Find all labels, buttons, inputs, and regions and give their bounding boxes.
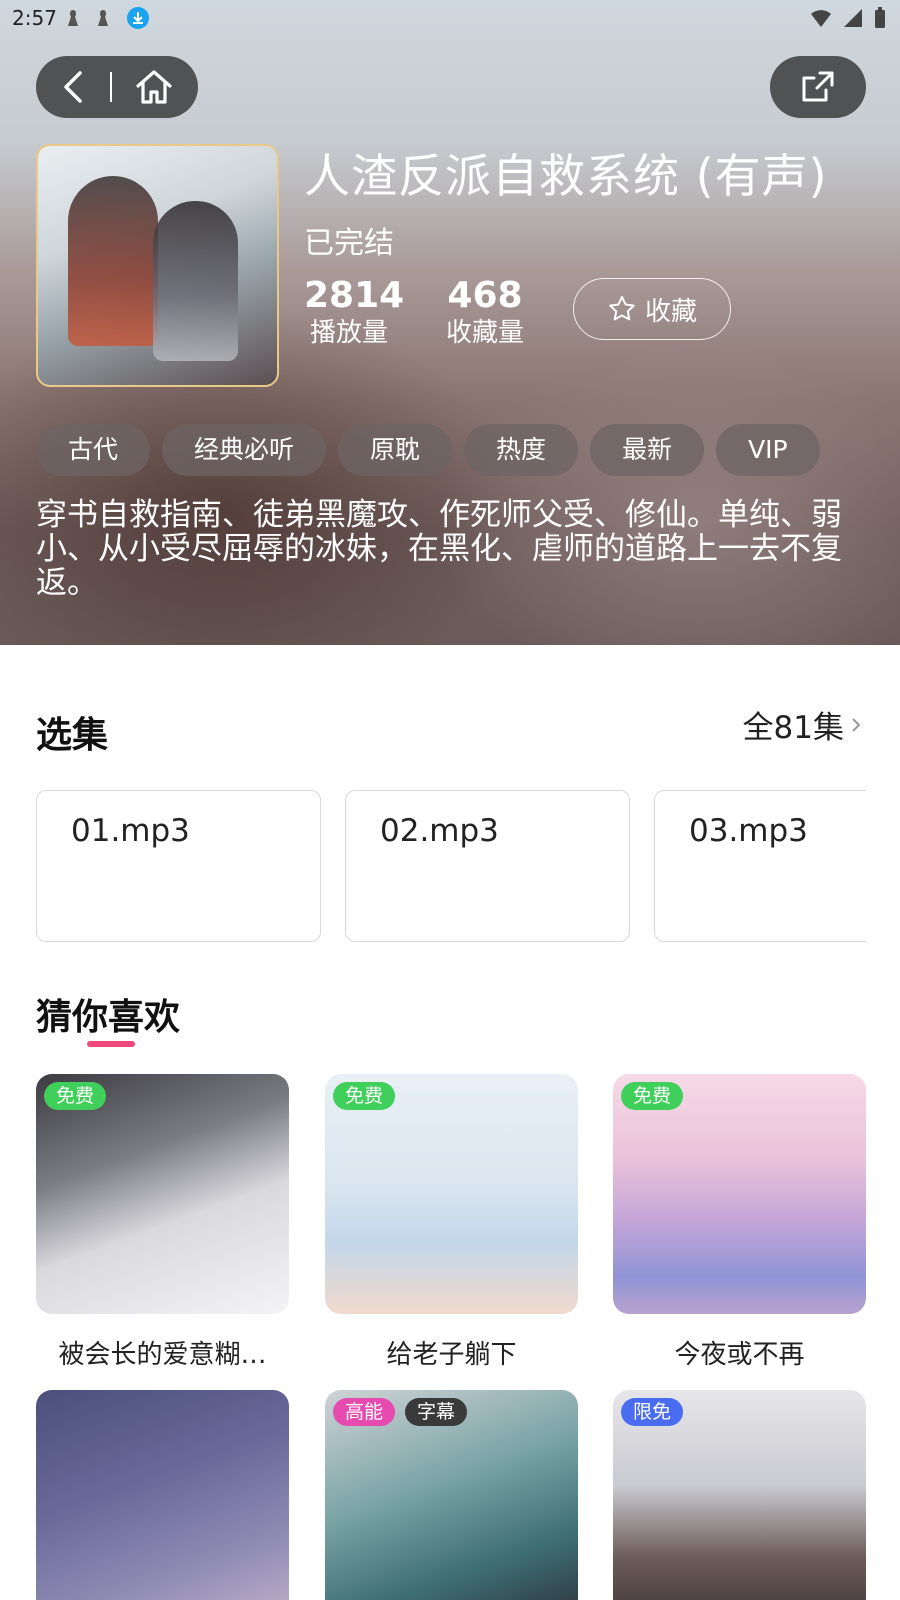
episode-card[interactable]: 02.mp3: [345, 790, 630, 942]
recommend-card[interactable]: 免费 今夜或不再: [613, 1074, 866, 1371]
notification-icon: [98, 10, 108, 26]
favorites-stat: 468 收藏量: [440, 276, 530, 350]
all-episodes-label: 全81集: [742, 710, 844, 746]
plays-stat: 2814 播放量: [304, 275, 405, 350]
home-button[interactable]: [112, 56, 196, 118]
favorite-button[interactable]: 收藏: [573, 278, 731, 340]
badge: 高能: [333, 1398, 396, 1426]
tag[interactable]: 热度: [464, 424, 579, 476]
recommend-name: 被会长的爱意糊…: [58, 1340, 267, 1370]
plays-label: 播放量: [309, 318, 388, 348]
recommend-card[interactable]: 免费 被会长的爱意糊…: [36, 1074, 289, 1371]
nav-pill: [36, 56, 198, 118]
favorites-label: 收藏量: [445, 318, 524, 348]
download-icon: [127, 7, 149, 29]
recommend-name: 今夜或不再: [674, 1340, 805, 1370]
album-description: 穿书自救指南、徒弟黑魔攻、作死师父受、修仙。单纯、弱小、从小受尽屈辱的冰妹，在黑…: [36, 497, 842, 601]
favorites-count: 468: [447, 275, 523, 316]
cover-figure: [153, 201, 238, 361]
tag[interactable]: 古代: [36, 424, 151, 476]
episode-card[interactable]: 01.mp3: [36, 790, 321, 942]
tag[interactable]: VIP: [716, 424, 820, 476]
signal-icon: [844, 9, 862, 27]
tag[interactable]: 最新: [590, 424, 705, 476]
share-button[interactable]: [770, 56, 866, 118]
recommend-cover: 免费: [613, 1074, 866, 1314]
tag-list: 古代 经典必听 原耽 热度 最新 VIP: [36, 424, 866, 476]
recommend-name: 给老子躺下: [386, 1340, 517, 1370]
status-bar: 2:57: [0, 0, 900, 36]
recommend-card[interactable]: [36, 1390, 289, 1600]
tag[interactable]: 经典必听: [162, 424, 327, 476]
episode-card[interactable]: 03.mp3: [654, 790, 866, 942]
album-status: 已完结: [304, 226, 394, 261]
recommend-cover: 免费: [36, 1074, 289, 1314]
recommend-cover: 限免: [613, 1390, 866, 1600]
recommend-card[interactable]: 限免: [613, 1390, 866, 1600]
recommend-cover: 免费: [325, 1074, 578, 1314]
all-episodes-link[interactable]: 全81集: [743, 702, 862, 747]
favorite-button-label: 收藏: [644, 296, 697, 327]
album-cover: [36, 144, 279, 387]
recommend-card[interactable]: 高能 字幕: [325, 1390, 578, 1600]
recommend-title: 猜你喜欢: [36, 997, 181, 1038]
back-button[interactable]: [36, 56, 110, 118]
recommend-card[interactable]: 免费 给老子躺下: [325, 1074, 578, 1371]
title-underline: [87, 1041, 135, 1047]
episodes-title: 选集: [36, 715, 109, 756]
recommend-cover: [36, 1390, 289, 1600]
wifi-icon: [811, 10, 831, 27]
badge: 免费: [333, 1082, 396, 1110]
battery-icon: [875, 7, 885, 28]
badge: 免费: [44, 1082, 107, 1110]
plays-count: 2814: [304, 275, 405, 316]
share-icon: [802, 71, 834, 102]
star-icon: [609, 296, 635, 321]
cover-figure: [68, 176, 158, 346]
recommend-cover: 高能 字幕: [325, 1390, 578, 1600]
notification-icon: [68, 10, 78, 26]
album-title: 人渣反派自救系统 (有声): [304, 149, 828, 203]
badge: 字幕: [405, 1398, 468, 1426]
chevron-right-icon: [852, 717, 861, 732]
badge: 限免: [621, 1398, 684, 1426]
home-icon: [136, 70, 172, 104]
episode-list: 01.mp3 02.mp3 03.mp3: [36, 790, 866, 942]
status-time: 2:57: [12, 6, 57, 30]
tag[interactable]: 原耽: [338, 424, 453, 476]
badge: 免费: [621, 1082, 684, 1110]
chevron-left-icon: [64, 71, 82, 103]
